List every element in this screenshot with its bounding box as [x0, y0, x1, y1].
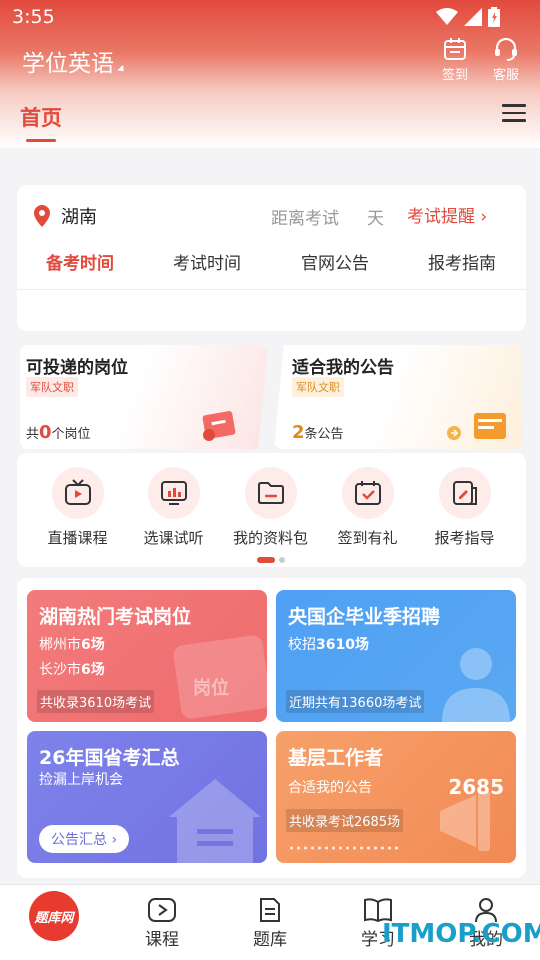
tile-title: 湖南热门考试岗位	[39, 606, 192, 628]
tile-note: 共收录考试2685场	[286, 809, 404, 832]
nav-item-label: 题库	[253, 930, 287, 950]
notice-card-tag: 军队文职	[292, 377, 344, 397]
tile-line: 校招3610场	[288, 637, 369, 653]
calendar-icon	[444, 38, 466, 60]
sign-in-label: 签到	[441, 68, 468, 83]
app-title-selector[interactable]: 学位英语	[22, 44, 127, 78]
clipboard-edit-icon	[452, 481, 477, 505]
quick-link-sign-in-gift[interactable]: 签到有礼	[317, 467, 418, 548]
tile-title: 26年国省考汇总	[39, 747, 180, 769]
tile-line: 长沙市6场	[39, 662, 105, 678]
promo-panel: 岗位 湖南热门考试岗位 郴州市6场 长沙市6场 共收录3610场考试 央国企毕业…	[17, 578, 526, 878]
play-icon	[148, 898, 176, 922]
tab-official-notice[interactable]: 官网公告	[280, 249, 390, 274]
sign-in-button[interactable]: 签到	[435, 36, 475, 83]
position-card-title: 可投递的岗位	[26, 358, 128, 378]
quick-link-label: 选课试听	[143, 529, 204, 547]
app-title: 学位英语	[22, 51, 114, 77]
notice-card-title: 适合我的公告	[292, 358, 394, 378]
divider	[17, 289, 526, 290]
status-bar: 3:55	[0, 0, 540, 36]
exam-info-card: 湖南 距离考试 天 考试提醒 › 备考时间 考试时间 官网公告 报考指南	[17, 185, 526, 331]
notice-count: 2条公告	[292, 422, 344, 443]
location-label: 湖南	[61, 207, 97, 228]
folder-icon	[257, 482, 284, 504]
tab-exam-time[interactable]: 考试时间	[152, 249, 262, 274]
announcement-icon	[169, 779, 261, 863]
tile-subtitle: 捡漏上岸机会	[39, 772, 123, 788]
signal-icon	[464, 8, 482, 26]
tile-note: 近期共有13660场考试	[286, 690, 425, 713]
notice-summary-button[interactable]: 公告汇总 ›	[39, 825, 130, 853]
exam-summary-tile[interactable]: 26年国省考汇总 捡漏上岸机会 公告汇总 ›	[27, 731, 267, 863]
chart-screen-icon	[160, 481, 187, 505]
tile-number: 2685	[448, 775, 504, 799]
tile-bg-text: 岗位	[193, 678, 229, 699]
page-dot-active	[257, 557, 275, 563]
quick-link-label: 我的资料包	[232, 529, 308, 547]
status-time: 3:55	[12, 6, 55, 28]
menu-icon[interactable]	[502, 104, 526, 124]
quick-link-label: 签到有礼	[337, 529, 398, 547]
quick-link-my-materials[interactable]: 我的资料包	[220, 467, 321, 548]
tab-exam-guide[interactable]: 报考指南	[407, 249, 517, 274]
tab-home-indicator	[26, 139, 56, 142]
quick-link-label: 报考指导	[434, 529, 495, 547]
position-count-value: 0	[39, 422, 52, 443]
tab-home[interactable]: 首页	[20, 102, 62, 132]
hot-positions-tile[interactable]: 岗位 湖南热门考试岗位 郴州市6场 长沙市6场 共收录3610场考试	[27, 590, 267, 722]
quick-links-panel: 直播课程 选课试听 我的资料包 签到有礼 报考指导	[17, 453, 526, 567]
grassroots-tile[interactable]: 基层工作者 合适我的公告 2685 共收录考试2685场	[276, 731, 516, 863]
tile-subtitle: 合适我的公告	[288, 780, 372, 796]
briefcase-icon	[202, 411, 236, 441]
calendar-check-icon	[354, 481, 381, 505]
notice-count-value: 2	[292, 422, 305, 443]
nav-item-question-bank[interactable]: 题库	[235, 897, 305, 950]
tile-line: 郴州市6场	[39, 637, 105, 653]
notice-card[interactable]: 适合我的公告 军队文职 2条公告	[274, 345, 522, 449]
location-pin-icon	[34, 205, 50, 227]
nav-item-course[interactable]: 课程	[127, 897, 197, 950]
exam-reminder-label: 考试提醒	[407, 207, 475, 227]
exam-reminder-link[interactable]: 考试提醒 ›	[407, 202, 487, 227]
tab-prep-time[interactable]: 备考时间	[25, 249, 135, 274]
tile-dots	[288, 846, 398, 850]
quick-link-course-trial[interactable]: 选课试听	[123, 467, 224, 548]
position-count: 共0个岗位	[26, 422, 91, 443]
megaphone-folder-icon	[447, 413, 506, 440]
day-unit: 天	[367, 209, 384, 229]
chevron-right-icon: ›	[107, 832, 118, 848]
headset-icon	[495, 37, 517, 61]
watermark: ITMOP.COM	[382, 919, 540, 949]
person-icon	[442, 648, 510, 722]
distance-label: 距离考试	[271, 209, 339, 229]
nav-item-label: 课程	[145, 930, 179, 950]
app-logo-text: 题库网	[34, 910, 74, 926]
location-selector[interactable]: 湖南	[33, 203, 97, 229]
service-label: 客服	[492, 68, 519, 83]
battery-icon	[488, 7, 500, 27]
chevron-right-icon: ›	[475, 207, 488, 227]
quick-link-exam-guidance[interactable]: 报考指导	[414, 467, 515, 548]
page-dot	[279, 557, 285, 563]
tile-title: 基层工作者	[288, 747, 384, 769]
tile-note: 共收录3610场考试	[37, 690, 155, 713]
caret-down-icon	[117, 64, 127, 75]
quick-link-live-course[interactable]: 直播课程	[27, 467, 128, 548]
customer-service-button[interactable]: 客服	[486, 36, 526, 83]
document-icon	[260, 898, 280, 922]
app-logo[interactable]: 题库网	[29, 891, 79, 941]
tile-title: 央国企毕业季招聘	[288, 606, 441, 628]
quick-link-label: 直播课程	[47, 529, 108, 547]
wifi-icon	[436, 8, 458, 25]
position-card-tag: 军队文职	[26, 377, 78, 397]
page-indicator	[257, 557, 285, 563]
live-tv-icon	[64, 479, 91, 505]
position-card[interactable]: 可投递的岗位 军队文职 共0个岗位	[20, 345, 268, 449]
soe-recruit-tile[interactable]: 央国企毕业季招聘 校招3610场 近期共有13660场考试	[276, 590, 516, 722]
